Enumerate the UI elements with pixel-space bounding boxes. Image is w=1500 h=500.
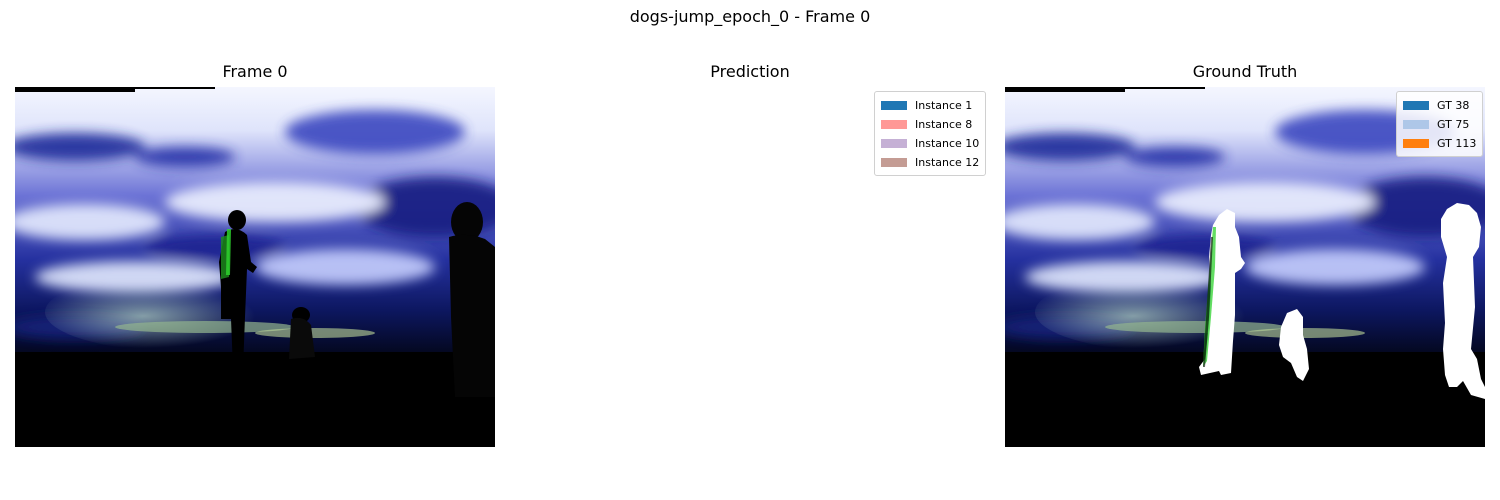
frame-panel-title: Frame 0: [222, 62, 288, 81]
legend-label: GT 113: [1437, 137, 1477, 150]
figure-title: dogs-jump_epoch_0 - Frame 0: [629, 7, 871, 26]
ground-truth-panel-title: Ground Truth: [1192, 62, 1298, 81]
ground-truth-legend: GT 38 GT 75 GT 113: [1396, 91, 1484, 157]
legend-swatch: [881, 120, 907, 129]
legend-swatch: [881, 101, 907, 110]
legend-label: Instance 12: [915, 156, 980, 169]
legend-swatch: [1403, 139, 1429, 148]
legend-entry: GT 113: [1403, 134, 1476, 153]
frame-image: [15, 87, 495, 447]
legend-entry: GT 38: [1403, 96, 1476, 115]
legend-swatch: [881, 158, 907, 167]
legend-label: GT 75: [1437, 118, 1470, 131]
legend-entry: Instance 12: [881, 153, 979, 172]
prediction-legend: Instance 1 Instance 8 Instance 10 Instan…: [874, 91, 987, 176]
legend-entry: Instance 10: [881, 134, 979, 153]
legend-entry: Instance 1: [881, 96, 979, 115]
prediction-panel-title: Prediction: [710, 62, 790, 81]
legend-label: Instance 8: [915, 118, 973, 131]
legend-swatch: [881, 139, 907, 148]
legend-swatch: [1403, 120, 1429, 129]
legend-entry: GT 75: [1403, 115, 1476, 134]
legend-label: Instance 10: [915, 137, 980, 150]
frame-top-border-artifact: [15, 87, 215, 89]
legend-label: GT 38: [1437, 99, 1470, 112]
legend-label: Instance 1: [915, 99, 973, 112]
legend-entry: Instance 8: [881, 115, 979, 134]
legend-swatch: [1403, 101, 1429, 110]
